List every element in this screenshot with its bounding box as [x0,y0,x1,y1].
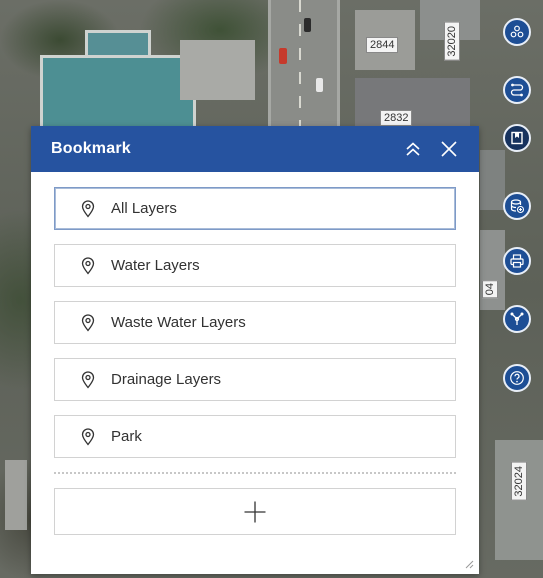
bookmark-item[interactable]: Park [54,415,456,458]
network-trace-icon [510,312,524,325]
map-pin-icon [80,313,96,332]
divider [54,472,456,474]
bookmark-panel: Bookmark All Layers Water Layers Waste W… [31,126,479,574]
map-pin-icon [80,199,96,218]
car [304,18,311,32]
layers-button[interactable] [503,18,531,46]
lot-label: 2832 [380,110,413,126]
bookmark-item[interactable]: Water Layers [54,244,456,287]
layers-icon [510,25,524,38]
building-roof [5,460,27,530]
lot-label: 04 [482,280,498,299]
bookmark-label: Waste Water Layers [111,314,246,331]
bookmark-icon [511,131,523,145]
header-controls [403,139,459,159]
double-chevron-up-icon [406,142,420,156]
bookmark-button[interactable] [503,124,531,152]
add-data-button[interactable] [503,192,531,220]
close-button[interactable] [439,139,459,159]
bookmark-list: All Layers Water Layers Waste Water Laye… [31,172,479,458]
help-icon [510,371,524,385]
building-roof [180,40,255,100]
bookmark-item[interactable]: All Layers [54,187,456,230]
building-roof [40,55,196,136]
building-roof [480,150,505,210]
map-pin-icon [80,370,96,389]
route-icon [510,83,524,97]
collapse-button[interactable] [403,139,423,159]
panel-title: Bookmark [51,140,131,157]
car [316,78,323,92]
panel-header: Bookmark [31,126,479,172]
plus-icon [244,501,266,522]
bookmark-label: Water Layers [111,257,200,274]
print-button[interactable] [503,247,531,275]
resize-handle-icon[interactable] [464,559,474,569]
bookmark-label: All Layers [111,200,177,217]
lot-label: 32024 [511,462,527,501]
bookmark-item[interactable]: Drainage Layers [54,358,456,401]
print-icon [510,254,524,268]
add-bookmark-button[interactable] [54,488,456,535]
lot-label: 32020 [444,22,460,61]
help-button[interactable] [503,364,531,392]
lane-marking [299,0,301,130]
bookmark-label: Park [111,428,142,445]
route-button[interactable] [503,76,531,104]
trace-button[interactable] [503,305,531,333]
bookmark-item[interactable]: Waste Water Layers [54,301,456,344]
database-add-icon [510,199,525,214]
map-pin-icon [80,256,96,275]
map-pin-icon [80,427,96,446]
bookmark-label: Drainage Layers [111,371,222,388]
car [279,48,287,64]
lot-label: 2844 [366,37,399,53]
close-icon [441,141,457,157]
